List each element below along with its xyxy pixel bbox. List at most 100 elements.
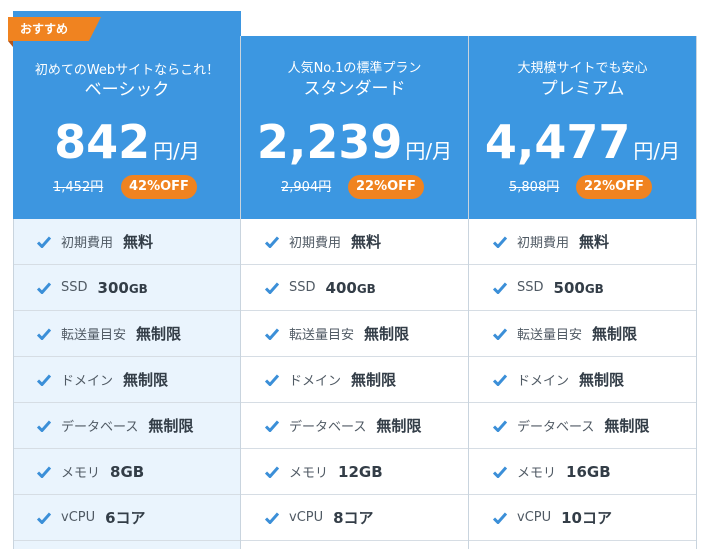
feature-value: 無制限 <box>579 371 625 389</box>
feature-row: 初期費用 無料 <box>241 219 468 265</box>
check-icon <box>493 374 507 386</box>
feature-row: vCPU 6コア <box>13 495 241 541</box>
plan-header-standard: 人気No.1の標準プラン スタンダード 2,239 円/月 2,904円 22%O… <box>241 36 468 219</box>
feature-label: メモリ <box>517 466 557 481</box>
ribbon-fold <box>8 41 13 47</box>
price-amount: 2,239 <box>256 115 403 169</box>
feature-label: 転送量目安 <box>289 328 355 343</box>
feature-row: メモリ 12GB <box>241 449 468 495</box>
plan-header-premium: 大規模サイトでも安心 プレミアム 4,477 円/月 5,808円 22%OFF <box>469 36 696 219</box>
plan-price: 4,477 円/月 <box>469 111 696 173</box>
check-icon <box>265 236 279 248</box>
feature-label: vCPU <box>61 510 96 525</box>
price-unit: 円/月 <box>153 139 200 163</box>
plan-subtitle: 人気No.1の標準プラン <box>287 61 422 76</box>
check-icon <box>37 236 51 248</box>
discount-badge: 22%OFF <box>576 175 652 199</box>
plan-price: 2,239 円/月 <box>241 111 468 173</box>
feature-label: ドメイン <box>289 374 342 389</box>
plan-name: プレミアム <box>540 79 625 99</box>
recommended-ribbon: おすすめ <box>8 17 101 41</box>
check-icon <box>37 420 51 432</box>
price-unit: 円/月 <box>405 139 453 163</box>
check-icon <box>493 466 507 478</box>
plan-price: 842 円/月 <box>13 111 241 173</box>
feature-row: 転送量目安 無制限 <box>241 311 468 357</box>
plan-header-basic: 初めてのWebサイトならこれ！ ベーシック 842 円/月 1,452円 42%O… <box>13 11 241 219</box>
feature-label: 初期費用 <box>517 236 570 251</box>
check-icon <box>493 420 507 432</box>
plan-subtitle: 大規模サイトでも安心 <box>517 61 648 76</box>
feature-label: SSD <box>61 280 88 295</box>
old-price: 2,904円 <box>281 180 332 195</box>
feature-value: 500GB <box>553 278 604 297</box>
feature-label: データベース <box>289 420 367 435</box>
feature-value: 400GB <box>325 278 376 297</box>
feature-row: SSD 400GB <box>241 265 468 311</box>
feature-label: vCPU <box>517 510 552 525</box>
feature-row: メモリ 8GB <box>13 449 241 495</box>
feature-row: ドメイン 無制限 <box>241 357 468 403</box>
check-icon <box>37 374 51 386</box>
feature-label: ドメイン <box>61 374 114 389</box>
feature-value: 無制限 <box>148 417 194 435</box>
plan-name: ベーシック <box>84 80 170 100</box>
feature-value: 無料 <box>351 233 382 251</box>
feature-row: SSD 300GB <box>13 265 241 311</box>
plan-card-basic: 初めてのWebサイトならこれ！ ベーシック 842 円/月 1,452円 42%O… <box>13 11 241 549</box>
feature-label: メモリ <box>61 466 101 481</box>
plan-card-standard: 人気No.1の標準プラン スタンダード 2,239 円/月 2,904円 22%O… <box>241 36 468 549</box>
check-icon <box>265 466 279 478</box>
check-icon <box>37 328 51 340</box>
feature-row: メモリ 16GB <box>469 449 696 495</box>
check-icon <box>37 512 51 524</box>
feature-value: 無制限 <box>364 325 410 343</box>
divider <box>696 36 697 549</box>
feature-label: データベース <box>517 420 595 435</box>
feature-value: 8コア <box>333 509 374 527</box>
feature-value: 無制限 <box>351 371 397 389</box>
check-icon <box>265 512 279 524</box>
feature-row: vCPU 10コア <box>469 495 696 541</box>
check-icon <box>493 236 507 248</box>
feature-value: 無料 <box>579 233 610 251</box>
old-price: 5,808円 <box>509 180 560 195</box>
plan-subtitle: 初めてのWebサイトならこれ！ <box>34 63 220 78</box>
check-icon <box>265 420 279 432</box>
feature-row: vCPU 8コア <box>241 495 468 541</box>
divider <box>13 219 14 549</box>
feature-row: 初期費用 無料 <box>469 219 696 265</box>
check-icon <box>37 466 51 478</box>
feature-label: データベース <box>61 420 139 435</box>
feature-label: vCPU <box>289 510 324 525</box>
plan-name: スタンダード <box>303 79 406 99</box>
feature-value: 無制限 <box>604 417 650 435</box>
feature-label: 初期費用 <box>289 236 342 251</box>
feature-row: データベース 無制限 <box>241 403 468 449</box>
feature-row: 転送量目安 無制限 <box>469 311 696 357</box>
feature-row: 初期費用 無料 <box>13 219 241 265</box>
feature-row: データベース 無制限 <box>469 403 696 449</box>
feature-label: SSD <box>289 280 316 295</box>
feature-label: ドメイン <box>517 374 570 389</box>
feature-value: 無料 <box>123 233 154 251</box>
check-icon <box>493 512 507 524</box>
feature-row: ドメイン 無制限 <box>13 357 241 403</box>
feature-value: 無制限 <box>592 325 638 343</box>
divider <box>240 36 241 549</box>
check-icon <box>37 282 51 294</box>
feature-value: 10コア <box>561 509 612 527</box>
discount-badge: 42%OFF <box>121 175 197 199</box>
price-amount: 842 <box>54 115 151 169</box>
discount-badge: 22%OFF <box>348 175 424 199</box>
feature-value: 300GB <box>97 278 148 297</box>
feature-row: SSD 500GB <box>469 265 696 311</box>
price-amount: 4,477 <box>484 115 631 169</box>
feature-label: SSD <box>517 280 544 295</box>
feature-value: 8GB <box>110 462 145 481</box>
feature-row: ドメイン 無制限 <box>469 357 696 403</box>
check-icon <box>265 328 279 340</box>
feature-value: 16GB <box>566 462 611 481</box>
feature-value: 無制限 <box>123 371 169 389</box>
feature-value: 無制限 <box>376 417 422 435</box>
